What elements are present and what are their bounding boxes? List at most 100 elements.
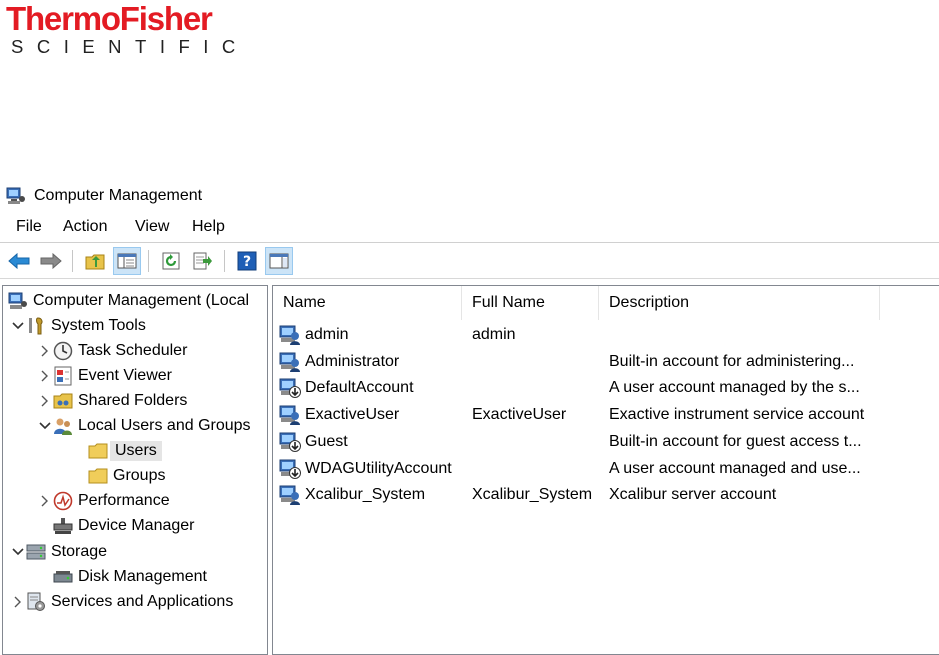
forward-arrow-icon xyxy=(40,253,62,269)
tree-item-users[interactable]: Users xyxy=(87,439,162,463)
refresh-button[interactable] xyxy=(157,247,185,275)
menu-help[interactable]: Help xyxy=(192,218,225,236)
up-folder-icon xyxy=(85,254,105,270)
event-viewer-icon xyxy=(52,366,74,386)
user-name-cell: admin xyxy=(305,326,349,343)
user-icon xyxy=(279,404,301,426)
console-tree[interactable]: Computer Management (Local System Tools … xyxy=(2,285,268,655)
export-list-icon xyxy=(193,252,212,270)
back-arrow-icon xyxy=(8,253,30,269)
table-row[interactable]: Guest Built-in account for guest access t… xyxy=(273,429,883,455)
user-icon xyxy=(279,351,301,373)
disabled-user-icon xyxy=(279,377,301,399)
clock-icon xyxy=(52,341,74,361)
table-row[interactable]: Xcalibur_System Xcalibur_System Xcalibur s… xyxy=(273,482,883,508)
up-one-level-button[interactable] xyxy=(81,247,109,275)
tree-item-device-manager[interactable]: Device Manager xyxy=(52,514,195,538)
user-description-cell: A user account managed by the s... xyxy=(609,379,860,397)
disabled-user-icon xyxy=(279,458,301,480)
user-list-view[interactable]: Name Full Name Description admin admin Adm… xyxy=(272,285,939,655)
tree-item-event-viewer[interactable]: Event Viewer xyxy=(38,364,172,388)
computer-management-icon xyxy=(6,187,25,204)
help-icon: ? xyxy=(237,251,257,271)
performance-icon xyxy=(52,491,74,511)
user-description-cell: Xcalibur server account xyxy=(609,486,777,504)
column-header-description[interactable]: Description xyxy=(599,286,880,320)
user-icon xyxy=(279,484,301,506)
user-name-cell: Guest xyxy=(305,432,348,450)
chevron-right-icon[interactable] xyxy=(38,494,52,508)
folder-icon xyxy=(87,466,109,486)
table-row[interactable]: WDAGUtilityAccount A user account managed… xyxy=(273,456,883,482)
tree-item-label: Device Manager xyxy=(78,517,195,534)
column-header-name[interactable]: Name xyxy=(273,286,462,320)
user-name-cell: Administrator xyxy=(305,352,400,370)
tree-item-label: Computer Management (Local xyxy=(33,292,250,309)
menu-view[interactable]: View xyxy=(135,218,169,236)
system-tools-icon xyxy=(25,316,47,336)
tree-item-label: System Tools xyxy=(51,317,146,334)
refresh-icon xyxy=(162,252,180,270)
back-button[interactable] xyxy=(5,247,33,275)
tree-item-groups[interactable]: Groups xyxy=(87,464,165,488)
user-description-cell: A user account managed and use... xyxy=(609,459,861,477)
user-description-cell: Built-in account for administering... xyxy=(609,352,855,370)
chevron-down-icon[interactable] xyxy=(38,419,52,433)
tree-item-label: Event Viewer xyxy=(78,367,172,384)
toolbar: ? xyxy=(0,244,939,278)
show-hide-action-pane-icon xyxy=(269,253,289,269)
services-icon xyxy=(25,592,47,612)
tree-item-label: Shared Folders xyxy=(78,392,188,409)
chevron-down-icon[interactable] xyxy=(11,545,25,559)
shared-folders-icon xyxy=(52,391,74,411)
logo-wordmark: ThermoFisher xyxy=(6,0,213,37)
column-header-full-name[interactable]: Full Name xyxy=(462,286,599,320)
tree-item-local-users-and-groups[interactable]: Local Users and Groups xyxy=(38,414,251,438)
tree-item-task-scheduler[interactable]: Task Scheduler xyxy=(38,339,187,363)
chevron-right-icon[interactable] xyxy=(11,595,25,609)
tree-item-services-and-applications[interactable]: Services and Applications xyxy=(11,590,233,614)
export-list-button[interactable] xyxy=(189,247,217,275)
help-button[interactable]: ? xyxy=(233,247,261,275)
tree-item-disk-management[interactable]: Disk Management xyxy=(52,565,207,589)
table-row[interactable]: DefaultAccount A user account managed by … xyxy=(273,375,883,401)
user-full-name-cell: ExactiveUser xyxy=(472,406,567,424)
user-name-cell: WDAGUtilityAccount xyxy=(305,459,452,477)
tree-item-storage[interactable]: Storage xyxy=(11,540,107,564)
table-row[interactable]: ExactiveUser ExactiveUser Exactive instrum… xyxy=(273,402,883,428)
computer-management-icon xyxy=(7,291,29,311)
chevron-right-icon[interactable] xyxy=(38,394,52,408)
logo-subtitle: SCIENTIFIC xyxy=(11,36,249,57)
menu-bar: File Action View Help xyxy=(0,214,939,240)
menubar-divider xyxy=(0,242,939,243)
tree-item-label: Services and Applications xyxy=(51,593,234,610)
user-description-cell: Exactive instrument service account xyxy=(609,406,865,424)
chevron-right-icon[interactable] xyxy=(38,344,52,358)
tree-item-performance[interactable]: Performance xyxy=(38,489,170,513)
menu-action[interactable]: Action xyxy=(63,218,107,236)
table-row[interactable]: admin admin xyxy=(273,322,883,348)
title-bar: Computer Management xyxy=(0,183,939,209)
tree-item-label: Disk Management xyxy=(78,568,207,585)
show-hide-action-pane-button[interactable] xyxy=(265,247,293,275)
user-full-name-cell: admin xyxy=(472,326,516,343)
forward-button[interactable] xyxy=(37,247,65,275)
user-icon xyxy=(279,324,301,346)
tree-item-shared-folders[interactable]: Shared Folders xyxy=(38,389,187,413)
user-full-name-cell: Xcalibur_System xyxy=(472,486,593,504)
user-name-cell: DefaultAccount xyxy=(305,379,414,397)
toolbar-separator xyxy=(224,250,225,272)
show-hide-console-tree-button[interactable] xyxy=(113,247,141,275)
tree-item-label: Groups xyxy=(113,467,166,484)
menu-file[interactable]: File xyxy=(16,218,42,236)
window-title: Computer Management xyxy=(34,187,203,204)
tree-item-system-tools[interactable]: System Tools xyxy=(11,314,146,338)
chevron-down-icon[interactable] xyxy=(11,319,25,333)
tree-item-computer-management[interactable]: Computer Management (Local xyxy=(7,289,249,313)
folder-icon xyxy=(87,441,109,461)
tree-item-label: Performance xyxy=(78,492,170,509)
tree-item-label: Users xyxy=(110,441,162,461)
chevron-right-icon[interactable] xyxy=(38,369,52,383)
storage-icon xyxy=(25,542,47,562)
table-row[interactable]: Administrator Built-in account for admini… xyxy=(273,349,883,375)
